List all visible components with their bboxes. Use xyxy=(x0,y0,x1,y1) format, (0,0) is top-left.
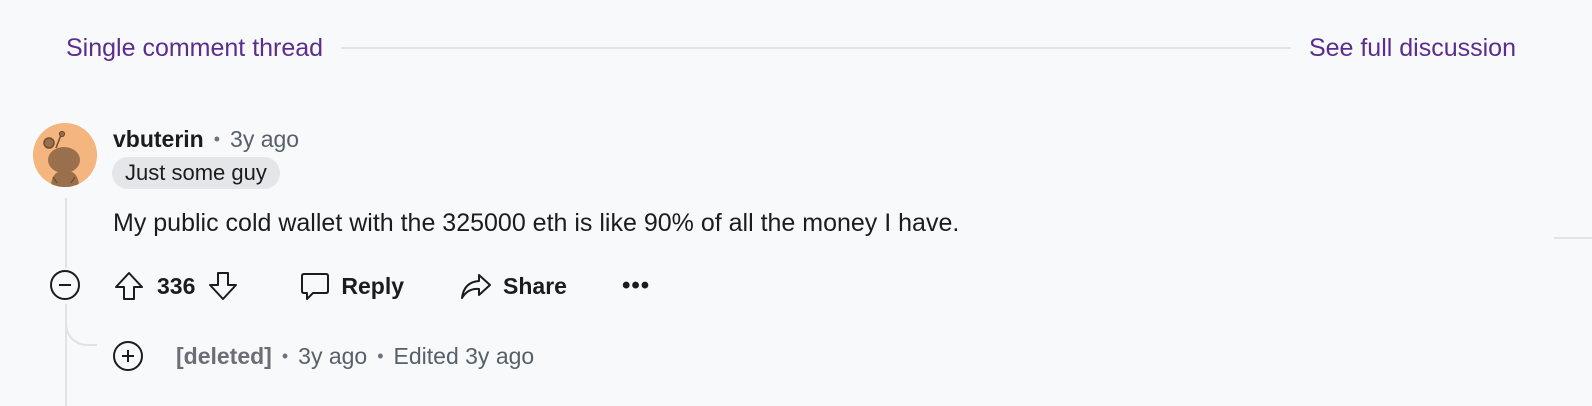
single-comment-thread-link[interactable]: Single comment thread xyxy=(66,34,323,63)
reply-meta: [deleted] • 3y ago • Edited 3y ago xyxy=(176,341,534,371)
edge-divider xyxy=(1554,237,1592,239)
thread-elbow xyxy=(65,304,97,346)
header-divider xyxy=(341,47,1291,49)
more-options-button[interactable]: ••• xyxy=(622,272,650,300)
user-flair-badge: Just some guy xyxy=(112,157,280,189)
circle-plus-icon xyxy=(113,341,143,371)
speech-bubble-icon xyxy=(301,273,330,300)
collapse-thread-button[interactable] xyxy=(49,269,81,301)
upvote-button[interactable] xyxy=(111,268,147,304)
meta-separator: • xyxy=(281,345,289,366)
more-options-icon: ••• xyxy=(621,272,651,299)
circle-minus-icon xyxy=(50,270,80,300)
see-full-discussion-link[interactable]: See full discussion xyxy=(1309,34,1516,63)
reply-time[interactable]: 3y ago xyxy=(298,343,367,370)
arrow-down-outline-icon xyxy=(209,272,238,300)
thread-line xyxy=(65,198,67,268)
downvote-button[interactable] xyxy=(205,268,241,304)
snoo-avatar-icon xyxy=(33,123,97,187)
vote-score: 336 xyxy=(157,272,196,299)
share-label: Share xyxy=(503,272,567,299)
comment-time[interactable]: 3y ago xyxy=(230,126,299,153)
comment-meta: vbuterin • 3y ago xyxy=(113,124,299,154)
comment-body: My public cold wallet with the 325000 et… xyxy=(113,209,960,237)
reply-button[interactable]: Reply xyxy=(299,270,404,302)
meta-separator: • xyxy=(377,345,384,366)
thread-header: Single comment thread See full discussio… xyxy=(66,28,1516,68)
reply-edited-time: Edited 3y ago xyxy=(393,342,535,369)
comment-author[interactable]: vbuterin xyxy=(113,126,204,153)
reply-author: [deleted] xyxy=(176,342,272,369)
expand-reply-button[interactable] xyxy=(112,340,144,372)
comment-action-bar: 336 Reply Share ••• xyxy=(111,265,650,307)
share-arrow-icon xyxy=(461,274,492,299)
avatar[interactable] xyxy=(33,123,97,187)
share-button[interactable]: Share xyxy=(459,270,567,302)
reply-label: Reply xyxy=(341,272,405,299)
meta-separator: • xyxy=(213,128,221,149)
comment-thread-page: Single comment thread See full discussio… xyxy=(0,0,1592,406)
arrow-up-outline-icon xyxy=(115,272,143,300)
